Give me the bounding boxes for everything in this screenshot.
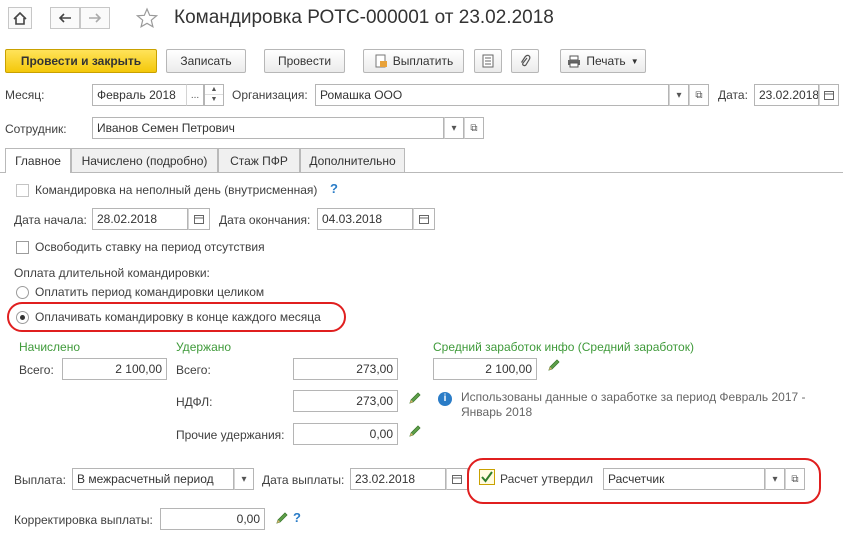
date-calendar-button[interactable] (819, 84, 839, 106)
home-button[interactable] (8, 7, 32, 29)
info-text-line1: Использованы данные о заработке за перио… (461, 390, 806, 404)
calendar-icon (419, 215, 429, 224)
ndfl-field[interactable]: 273,00 (293, 390, 398, 412)
payout-label: Выплата: (14, 473, 66, 487)
open-icon: ⧉ (695, 89, 703, 101)
date-field[interactable]: 23.02.2018 (754, 84, 819, 106)
calendar-icon (194, 215, 204, 224)
withheld-total-label: Всего: (176, 363, 211, 377)
long-trip-label: Оплата длительной командировки: (14, 266, 210, 280)
payout-date-calendar-button[interactable] (446, 468, 468, 490)
open-icon: ⧉ (470, 122, 478, 134)
chevron-down-icon: ▼ (630, 56, 639, 66)
employee-field[interactable]: Иванов Семен Петрович (92, 117, 444, 139)
partial-day-label: Командировка на неполный день (внутрисме… (35, 183, 318, 197)
payout-dropdown[interactable]: ▾ (234, 468, 254, 490)
highlight-approved (467, 458, 821, 504)
other-deductions-label: Прочие удержания: (176, 428, 285, 442)
correction-label: Корректировка выплаты: (14, 513, 153, 527)
calendar-icon (824, 91, 834, 100)
calendar-icon (452, 475, 462, 484)
average-earnings-field[interactable]: 2 100,00 (433, 358, 537, 380)
release-rate-checkbox[interactable] (16, 241, 29, 254)
pencil-icon[interactable] (546, 357, 562, 373)
pay-button-label: Выплатить (392, 54, 454, 68)
print-button-label: Печать (586, 54, 626, 68)
help-icon[interactable]: ? (330, 181, 338, 196)
highlight-monthly-option (7, 302, 346, 332)
document-pay-icon (375, 54, 387, 68)
report-icon (482, 54, 494, 68)
month-field[interactable]: Февраль 2018 (92, 84, 187, 106)
printer-icon (568, 55, 581, 67)
end-date-field[interactable]: 04.03.2018 (317, 208, 413, 230)
attach-button[interactable] (511, 49, 539, 73)
employee-dropdown[interactable]: ▾ (444, 117, 464, 139)
home-icon (13, 11, 27, 25)
employee-label: Сотрудник: (5, 122, 67, 136)
post-button[interactable]: Провести (264, 49, 345, 73)
month-select-button[interactable]: ... (186, 84, 204, 106)
payout-field[interactable]: В межрасчетный период (72, 468, 234, 490)
page-title: Командировка РОТС-000001 от 23.02.2018 (174, 7, 554, 28)
post-and-close-button[interactable]: Провести и закрыть (5, 49, 157, 73)
star-icon[interactable] (136, 7, 158, 29)
ndfl-label: НДФЛ: (176, 395, 213, 409)
start-date-field[interactable]: 28.02.2018 (92, 208, 188, 230)
stepper-down-icon[interactable]: ▼ (205, 95, 223, 105)
partial-day-checkbox[interactable] (16, 184, 29, 197)
end-date-calendar-button[interactable] (413, 208, 435, 230)
tab-pension-record[interactable]: Стаж ПФР (218, 148, 300, 172)
arrow-right-icon (89, 13, 102, 23)
paperclip-icon (520, 54, 531, 67)
option-pay-whole-radio[interactable] (16, 286, 29, 299)
stepper-up-icon[interactable]: ▲ (205, 85, 223, 95)
forward-button[interactable] (80, 7, 110, 29)
chevron-down-icon: ▾ (241, 473, 247, 485)
other-deductions-field[interactable]: 0,00 (293, 423, 398, 445)
arrow-left-icon (58, 13, 71, 23)
start-date-label: Дата начала: (14, 213, 87, 227)
tab-accrued-detailed[interactable]: Начислено (подробно) (71, 148, 218, 172)
accrued-total-label: Всего: (19, 363, 54, 377)
chevron-down-icon: ▾ (676, 89, 682, 101)
start-date-calendar-button[interactable] (188, 208, 210, 230)
pencil-icon[interactable] (274, 510, 290, 526)
organization-dropdown[interactable]: ▾ (669, 84, 689, 106)
accrued-total-field[interactable]: 2 100,00 (62, 358, 167, 380)
tab-divider (0, 172, 843, 173)
accrued-header: Начислено (19, 340, 81, 354)
organization-label: Организация: (232, 88, 308, 102)
employee-open-button[interactable]: ⧉ (464, 117, 484, 139)
correction-field[interactable]: 0,00 (160, 508, 265, 530)
back-button[interactable] (50, 7, 80, 29)
date-label: Дата: (718, 88, 748, 102)
organization-open-button[interactable]: ⧉ (689, 84, 709, 106)
tab-main[interactable]: Главное (5, 148, 71, 173)
payout-date-label: Дата выплаты: (262, 473, 345, 487)
pencil-icon[interactable] (407, 390, 423, 406)
withheld-header: Удержано (176, 340, 232, 354)
tab-additional[interactable]: Дополнительно (300, 148, 405, 172)
release-rate-label: Освободить ставку на период отсутствия (35, 240, 265, 254)
pay-button[interactable]: Выплатить (363, 49, 464, 73)
withheld-total-field[interactable]: 273,00 (293, 358, 398, 380)
pencil-icon[interactable] (407, 423, 423, 439)
payout-date-field[interactable]: 23.02.2018 (350, 468, 446, 490)
option-pay-whole-label: Оплатить период командировки целиком (35, 285, 265, 299)
info-text-line2: Январь 2018 (461, 405, 533, 419)
end-date-label: Дата окончания: (219, 213, 311, 227)
chevron-down-icon: ▾ (451, 122, 457, 134)
print-button[interactable]: Печать ▼ (560, 49, 646, 73)
report-button[interactable] (474, 49, 502, 73)
month-stepper[interactable]: ▲ ▼ (204, 84, 224, 106)
organization-field[interactable]: Ромашка ООО (315, 84, 669, 106)
info-icon: i (438, 392, 452, 406)
save-button[interactable]: Записать (166, 49, 246, 73)
average-earnings-header: Средний заработок инфо (Средний заработо… (433, 340, 694, 354)
help-icon[interactable]: ? (293, 510, 301, 525)
month-label: Месяц: (5, 88, 45, 102)
